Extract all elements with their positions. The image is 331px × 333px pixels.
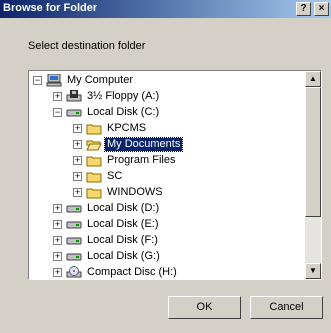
cd-drive-icon bbox=[66, 265, 82, 279]
tree-item-local-disk-d[interactable]: + Local Disk (D:) bbox=[53, 200, 161, 216]
tree-item-my-computer[interactable]: − My Computer bbox=[33, 72, 135, 88]
hard-drive-icon bbox=[66, 218, 82, 231]
tree-item-label: Local Disk (C:) bbox=[87, 105, 160, 118]
ok-button[interactable]: OK bbox=[168, 296, 241, 319]
hard-drive-icon bbox=[66, 234, 82, 247]
title-bar[interactable]: Browse for Folder ? × bbox=[0, 0, 331, 18]
expand-toggle[interactable]: + bbox=[53, 203, 62, 213]
expand-toggle[interactable]: + bbox=[73, 139, 82, 149]
folder-icon bbox=[86, 154, 102, 167]
folder-icon bbox=[86, 122, 102, 135]
tree-item-windows[interactable]: + WINDOWS bbox=[73, 184, 165, 200]
hard-drive-icon bbox=[66, 202, 82, 215]
tree-content: − My Computer + 3½ Floppy (A:) − Local D… bbox=[29, 71, 306, 279]
tree-item-label: Program Files bbox=[107, 153, 176, 166]
tree-item-local-disk-f[interactable]: + Local Disk (F:) bbox=[53, 232, 160, 248]
hard-drive-icon bbox=[66, 106, 82, 119]
tree-item-label: 3½ Floppy (A:) bbox=[87, 89, 160, 102]
tree-item-label: WINDOWS bbox=[107, 185, 163, 198]
hard-drive-icon bbox=[66, 250, 82, 263]
scroll-up-button[interactable]: ▲ bbox=[305, 71, 321, 87]
tree-item-label: Compact Disc (H:) bbox=[87, 265, 177, 278]
tree-item-kpcms[interactable]: + KPCMS bbox=[73, 120, 148, 136]
tree-item-local-disk-e[interactable]: + Local Disk (E:) bbox=[53, 216, 161, 232]
expand-toggle[interactable]: + bbox=[73, 171, 82, 181]
collapse-toggle[interactable]: − bbox=[53, 107, 62, 117]
tree-item-local-disk-c[interactable]: − Local Disk (C:) bbox=[53, 104, 161, 120]
tree-item-sc[interactable]: + SC bbox=[73, 168, 124, 184]
expand-toggle[interactable]: + bbox=[53, 235, 62, 245]
cancel-button[interactable]: Cancel bbox=[250, 296, 323, 319]
expand-toggle[interactable]: + bbox=[53, 219, 62, 229]
tree-item-local-disk-g[interactable]: + Local Disk (G:) bbox=[53, 248, 162, 264]
tree-item-label: My Computer bbox=[67, 73, 134, 86]
expand-toggle[interactable]: + bbox=[53, 91, 62, 101]
tree-item-label: Local Disk (E:) bbox=[87, 217, 159, 230]
expand-toggle[interactable]: + bbox=[73, 187, 82, 197]
tree-item-program-files[interactable]: + Program Files bbox=[73, 152, 177, 168]
tree-item-compact-disc-h[interactable]: + Compact Disc (H:) bbox=[53, 264, 179, 279]
close-button[interactable]: × bbox=[314, 2, 329, 16]
help-button[interactable]: ? bbox=[296, 2, 311, 16]
scroll-down-button[interactable]: ▼ bbox=[305, 263, 321, 279]
floppy-drive-icon bbox=[66, 89, 82, 103]
scroll-thumb[interactable] bbox=[305, 87, 321, 217]
expand-toggle[interactable]: + bbox=[53, 251, 62, 261]
open-folder-icon bbox=[86, 138, 102, 151]
tree-item-label: Local Disk (D:) bbox=[87, 201, 160, 214]
tree-item-label: SC bbox=[107, 169, 123, 182]
vertical-scrollbar[interactable]: ▲ ▼ bbox=[305, 71, 321, 279]
collapse-toggle[interactable]: − bbox=[33, 75, 42, 85]
folder-tree[interactable]: − My Computer + 3½ Floppy (A:) − Local D… bbox=[28, 70, 322, 280]
expand-toggle[interactable]: + bbox=[73, 123, 82, 133]
computer-icon bbox=[46, 73, 62, 87]
tree-item-label: Local Disk (G:) bbox=[87, 249, 160, 262]
expand-toggle[interactable]: + bbox=[73, 155, 82, 165]
folder-icon bbox=[86, 186, 102, 199]
tree-item-my-documents[interactable]: + My Documents bbox=[73, 136, 184, 152]
tree-item-label: KPCMS bbox=[107, 121, 147, 134]
window-title: Browse for Folder bbox=[3, 2, 98, 14]
tree-item-floppy-a[interactable]: + 3½ Floppy (A:) bbox=[53, 88, 161, 104]
expand-toggle[interactable]: + bbox=[53, 267, 62, 277]
tree-item-label: Local Disk (F:) bbox=[87, 233, 158, 246]
tree-item-label: My Documents bbox=[103, 136, 184, 152]
folder-icon bbox=[86, 170, 102, 183]
prompt-text: Select destination folder bbox=[28, 40, 146, 52]
